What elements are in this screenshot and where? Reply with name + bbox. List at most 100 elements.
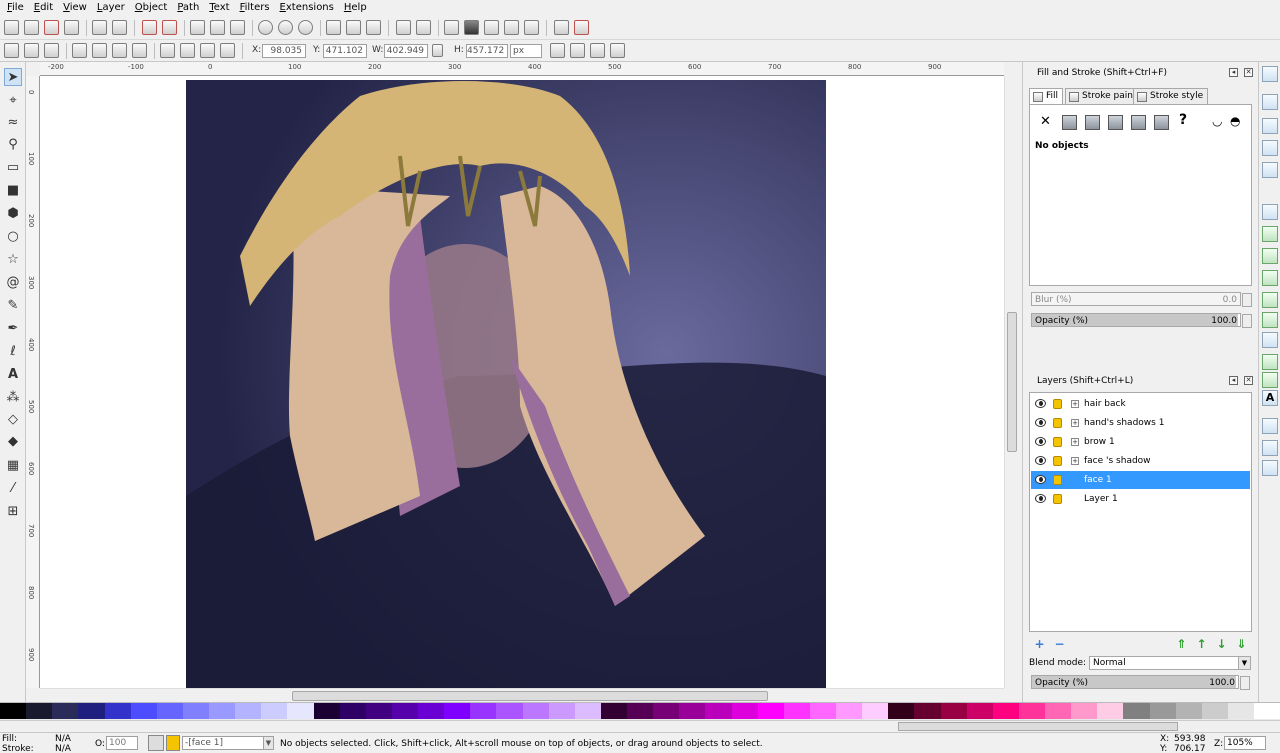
layer-visibility-icon[interactable] xyxy=(148,735,164,751)
palette-swatch[interactable] xyxy=(1227,703,1254,719)
opacity-indicator-field[interactable]: 100 xyxy=(106,736,138,750)
eye-icon[interactable] xyxy=(1035,418,1046,427)
snap-bbox-midpoints-icon[interactable] xyxy=(1262,162,1278,178)
expand-icon[interactable]: + xyxy=(1071,457,1079,465)
paste-icon[interactable] xyxy=(230,20,245,35)
lower-layer-bottom-icon[interactable]: ⇓ xyxy=(1235,638,1248,651)
xml-editor-icon[interactable] xyxy=(504,20,519,35)
palette-swatch[interactable] xyxy=(182,703,209,719)
palette-swatch[interactable] xyxy=(287,703,314,719)
lock-proportions-icon[interactable] xyxy=(432,44,443,57)
snap-smooth-nodes-icon[interactable] xyxy=(1262,292,1278,308)
palette-swatch[interactable] xyxy=(261,703,288,719)
menu-extensions[interactable]: Extensions xyxy=(275,0,339,16)
dropper-tool-icon[interactable]: ⁄ xyxy=(4,479,22,497)
new-document-icon[interactable] xyxy=(4,20,19,35)
palette-swatch[interactable] xyxy=(0,703,27,719)
palette-swatch[interactable] xyxy=(966,703,993,719)
lower-layer-icon[interactable]: ↓ xyxy=(1215,638,1228,651)
pencil-tool-icon[interactable]: ✎ xyxy=(4,296,22,314)
export-icon[interactable] xyxy=(112,20,127,35)
snap-guides-icon[interactable] xyxy=(1262,460,1278,476)
flip-horizontal-icon[interactable] xyxy=(112,43,127,58)
stroke-indicator-value[interactable]: N/A xyxy=(55,744,71,753)
layer-opacity-spinner[interactable] xyxy=(1240,676,1250,690)
layer-row[interactable]: face 1 xyxy=(1031,471,1250,489)
import-icon[interactable] xyxy=(92,20,107,35)
palette-scroll-thumb[interactable] xyxy=(898,722,1178,731)
palette-swatch[interactable] xyxy=(653,703,680,719)
unit-select[interactable]: px xyxy=(510,44,542,58)
palette-swatch[interactable] xyxy=(26,703,53,719)
select-all-layers-icon[interactable] xyxy=(24,43,39,58)
tab-stroke-paint[interactable]: Stroke paint xyxy=(1065,88,1142,104)
document-properties-icon[interactable] xyxy=(574,20,589,35)
snap-rotation-center-icon[interactable] xyxy=(1262,372,1278,388)
palette-swatch[interactable] xyxy=(757,703,784,719)
fill-opacity-slider[interactable]: Opacity (%) 100.0 xyxy=(1031,313,1252,328)
cut-icon[interactable] xyxy=(210,20,225,35)
duplicate-icon[interactable] xyxy=(326,20,341,35)
palette-swatch[interactable] xyxy=(574,703,601,719)
layer-row[interactable]: + hair back xyxy=(1031,395,1250,413)
layers-close-icon[interactable]: ✕ xyxy=(1244,376,1253,385)
expand-icon[interactable]: + xyxy=(1071,400,1079,408)
ungroup-icon[interactable] xyxy=(416,20,431,35)
fill-indicator-value[interactable]: N/A xyxy=(55,734,71,744)
group-icon[interactable] xyxy=(396,20,411,35)
deselect-icon[interactable] xyxy=(44,43,59,58)
snap-paths-icon[interactable] xyxy=(1262,226,1278,242)
palette-swatch[interactable] xyxy=(339,703,366,719)
eye-icon[interactable] xyxy=(1035,456,1046,465)
node-tool-icon[interactable]: ⌖ xyxy=(4,91,22,109)
palette-swatch[interactable] xyxy=(78,703,105,719)
current-layer-select[interactable]: -[face 1] ▼ xyxy=(182,736,274,750)
drawing-canvas[interactable] xyxy=(40,76,1004,688)
tab-stroke-style[interactable]: Stroke style xyxy=(1133,88,1209,104)
snap-centers-icon[interactable] xyxy=(1262,354,1278,370)
zoom-field[interactable]: 105% xyxy=(1224,736,1266,750)
connector-tool-icon[interactable]: ⊞ xyxy=(4,502,22,520)
palette-swatch[interactable] xyxy=(627,703,654,719)
unset-paint-icon[interactable]: ? xyxy=(1179,112,1187,128)
fill-rule-nonzero-icon[interactable]: ◓ xyxy=(1230,114,1240,128)
flat-color-icon[interactable] xyxy=(1062,115,1077,130)
text-tool-icon[interactable]: A xyxy=(4,365,22,383)
layer-row[interactable]: + brow 1 xyxy=(1031,433,1250,451)
calligraphy-tool-icon[interactable]: ℓ xyxy=(4,342,22,360)
snap-bbox-edges-icon[interactable] xyxy=(1262,118,1278,134)
zoom-tool-icon[interactable]: ⚲ xyxy=(4,135,22,153)
gradient-tool-icon[interactable]: ▦ xyxy=(4,456,22,474)
layer-row[interactable]: + face 's shadow xyxy=(1031,452,1250,470)
y-field[interactable]: 471.102 xyxy=(323,44,367,58)
menu-text[interactable]: Text xyxy=(204,0,234,16)
palette-swatch[interactable] xyxy=(522,703,549,719)
palette-swatch[interactable] xyxy=(1097,703,1124,719)
blur-slider[interactable]: Blur (%) 0.0 xyxy=(1031,292,1252,307)
transform-patterns-icon[interactable] xyxy=(610,43,625,58)
snap-others-icon[interactable] xyxy=(1262,332,1278,348)
expand-icon[interactable]: + xyxy=(1071,438,1079,446)
snap-bbox-corners-icon[interactable] xyxy=(1262,140,1278,156)
blur-spinner[interactable] xyxy=(1242,293,1252,307)
palette-swatch[interactable] xyxy=(1123,703,1150,719)
expand-icon[interactable]: + xyxy=(1071,419,1079,427)
horizontal-scrollbar[interactable] xyxy=(40,688,1004,702)
linear-gradient-icon[interactable] xyxy=(1085,115,1100,130)
measure-tool-icon[interactable]: ▭ xyxy=(4,158,22,176)
fill-rule-evenodd-icon[interactable]: ◡ xyxy=(1212,114,1222,128)
snap-line-midpoints-icon[interactable] xyxy=(1262,312,1278,328)
layers-iconify-icon[interactable]: ◂ xyxy=(1229,376,1238,385)
w-field[interactable]: 402.949 xyxy=(384,44,428,58)
layers-icon[interactable] xyxy=(484,20,499,35)
raise-top-icon[interactable] xyxy=(220,43,235,58)
clone-icon[interactable] xyxy=(346,20,361,35)
palette-swatch[interactable] xyxy=(783,703,810,719)
x-field[interactable]: 98.035 xyxy=(262,44,306,58)
palette-swatch[interactable] xyxy=(600,703,627,719)
menu-file[interactable]: File xyxy=(2,0,29,16)
raise-icon[interactable] xyxy=(200,43,215,58)
layer-lock-icon[interactable] xyxy=(166,735,180,751)
copy-icon[interactable] xyxy=(190,20,205,35)
palette-swatch[interactable] xyxy=(444,703,471,719)
